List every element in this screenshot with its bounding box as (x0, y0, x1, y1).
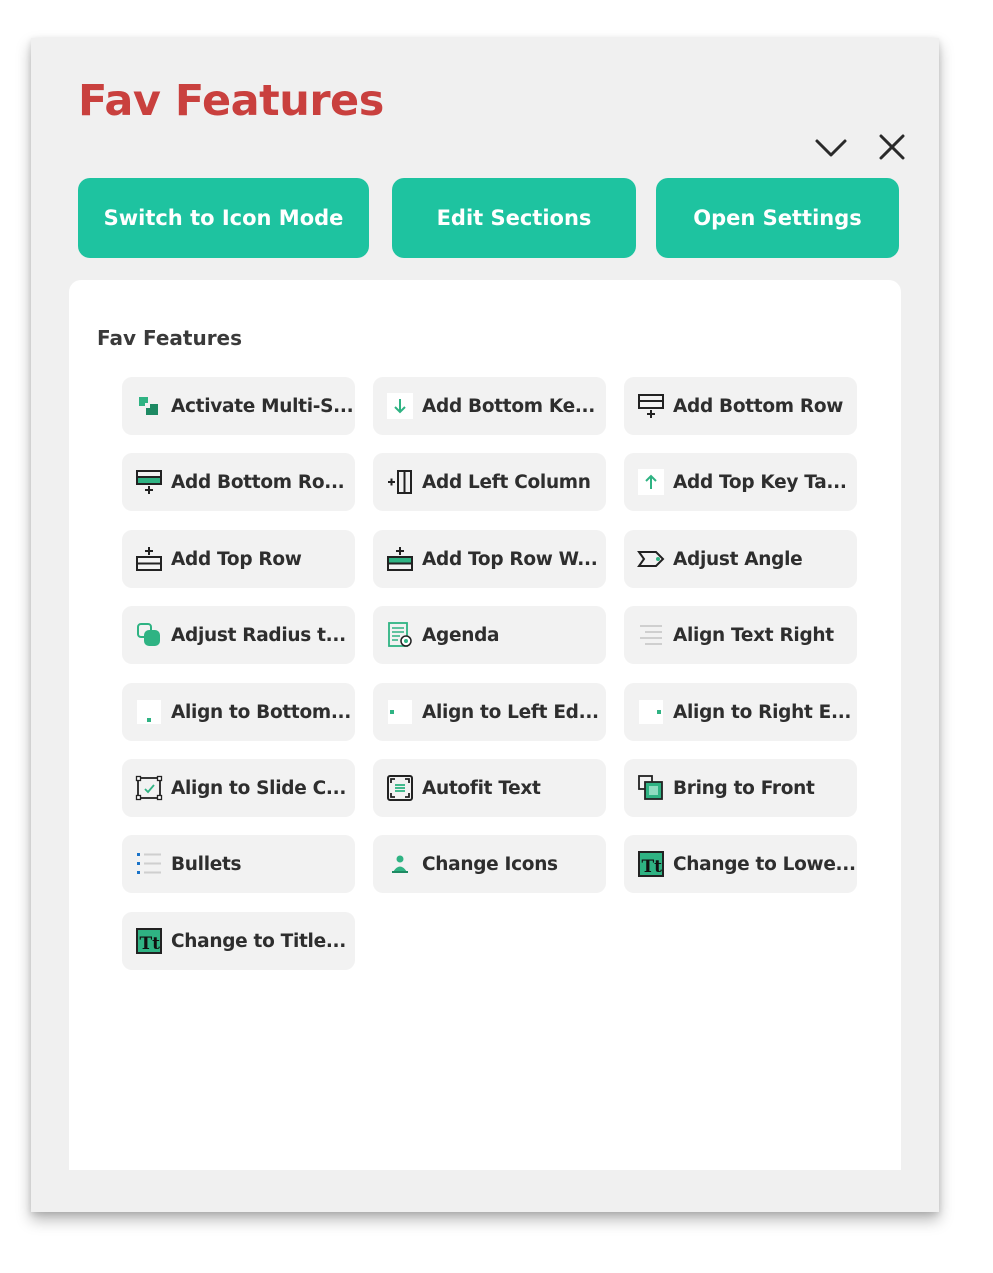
collapse-button[interactable] (811, 130, 851, 166)
features-content: Fav Features Activate Multi-S... Add Bot… (69, 280, 901, 1170)
feature-label: Bring to Front (673, 777, 815, 799)
open-settings-button[interactable]: Open Settings (656, 178, 899, 258)
add-bottom-row-fill-icon (134, 467, 164, 497)
feature-activate-multi-select[interactable]: Activate Multi-S... (122, 377, 355, 435)
feature-agenda[interactable]: Agenda (373, 606, 606, 664)
autofit-text-icon (385, 773, 415, 803)
add-top-row-icon (134, 544, 164, 574)
align-left-edge-icon (385, 697, 415, 727)
bullets-icon (134, 849, 164, 879)
feature-label: Adjust Radius t... (171, 624, 346, 646)
feature-change-to-title-case[interactable]: Tt Change to Title... (122, 912, 355, 970)
bring-to-front-icon (636, 773, 666, 803)
close-icon (879, 134, 905, 160)
align-bottom-icon (134, 697, 164, 727)
feature-label: Add Top Row W... (422, 548, 598, 570)
adjust-radius-icon (134, 620, 164, 650)
feature-label: Add Bottom Ro... (171, 471, 345, 493)
feature-align-text-right[interactable]: Align Text Right (624, 606, 857, 664)
edit-sections-button[interactable]: Edit Sections (392, 178, 636, 258)
arrow-down-icon (385, 391, 415, 421)
feature-label: Add Left Column (422, 471, 591, 493)
multi-select-icon (134, 391, 164, 421)
feature-label: Change Icons (422, 853, 558, 875)
feature-label: Align Text Right (673, 624, 834, 646)
feature-add-left-column[interactable]: Add Left Column (373, 453, 606, 511)
adjust-angle-icon (636, 544, 666, 574)
feature-label: Align to Right E... (673, 701, 852, 723)
feature-add-bottom-row-fill[interactable]: Add Bottom Ro... (122, 453, 355, 511)
feature-adjust-angle[interactable]: Adjust Angle (624, 530, 857, 588)
feature-align-left-edge[interactable]: Align to Left Ed... (373, 683, 606, 741)
change-case-icon: Tt (636, 849, 666, 879)
feature-add-bottom-key[interactable]: Add Bottom Ke... (373, 377, 606, 435)
feature-label: Change to Title... (171, 930, 347, 952)
svg-text:Tt: Tt (642, 857, 663, 877)
feature-bullets[interactable]: Bullets (122, 835, 355, 893)
align-right-edge-icon (636, 697, 666, 727)
feature-add-top-row-fill[interactable]: Add Top Row W... (373, 530, 606, 588)
feature-change-to-lowercase[interactable]: Tt Change to Lowe... (624, 835, 857, 893)
arrow-up-icon (636, 467, 666, 497)
feature-label: Change to Lowe... (673, 853, 856, 875)
feature-autofit-text[interactable]: Autofit Text (373, 759, 606, 817)
feature-label: Bullets (171, 853, 242, 875)
align-slide-center-icon (134, 773, 164, 803)
feature-align-right-edge[interactable]: Align to Right E... (624, 683, 857, 741)
change-case-icon: Tt (134, 926, 164, 956)
add-left-column-icon (385, 467, 415, 497)
feature-label: Add Top Key Ta... (673, 471, 847, 493)
feature-label: Agenda (422, 624, 500, 646)
feature-add-bottom-row[interactable]: Add Bottom Row (624, 377, 857, 435)
feature-label: Add Bottom Ke... (422, 395, 596, 417)
change-icons-icon (385, 849, 415, 879)
feature-add-top-row[interactable]: Add Top Row (122, 530, 355, 588)
feature-label: Align to Slide C... (171, 777, 347, 799)
add-bottom-row-icon (636, 391, 666, 421)
feature-label: Add Top Row (171, 548, 302, 570)
feature-label: Align to Left Ed... (422, 701, 599, 723)
close-button[interactable] (872, 130, 912, 166)
feature-adjust-radius[interactable]: Adjust Radius t... (122, 606, 355, 664)
feature-label: Align to Bottom... (171, 701, 352, 723)
feature-label: Autofit Text (422, 777, 541, 799)
feature-align-slide-center[interactable]: Align to Slide C... (122, 759, 355, 817)
add-top-row-fill-icon (385, 544, 415, 574)
panel-title: Fav Features (78, 76, 384, 126)
fav-features-panel: Fav Features Switch to Icon Mode Edit Se… (31, 38, 939, 1212)
feature-change-icons[interactable]: Change Icons (373, 835, 606, 893)
align-text-right-icon (636, 620, 666, 650)
agenda-icon (385, 620, 415, 650)
chevron-down-icon (815, 139, 847, 157)
switch-to-icon-mode-button[interactable]: Switch to Icon Mode (78, 178, 369, 258)
feature-add-top-key[interactable]: Add Top Key Ta... (624, 453, 857, 511)
feature-align-bottom[interactable]: Align to Bottom... (122, 683, 355, 741)
feature-label: Add Bottom Row (673, 395, 844, 417)
feature-bring-to-front[interactable]: Bring to Front (624, 759, 857, 817)
section-title: Fav Features (97, 326, 243, 350)
svg-text:Tt: Tt (140, 934, 161, 954)
feature-label: Adjust Angle (673, 548, 803, 570)
feature-label: Activate Multi-S... (171, 395, 354, 417)
